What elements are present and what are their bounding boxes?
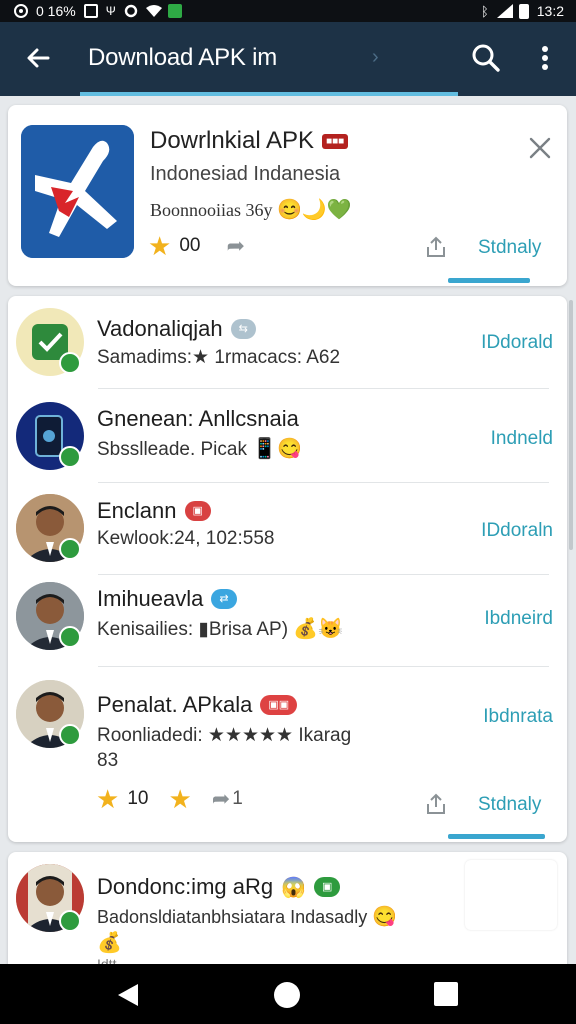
more-vertical-icon[interactable] [530,42,560,74]
notification-icon [14,4,28,18]
verified-icon [59,446,81,468]
signal-icon [496,4,513,18]
list-action-button[interactable]: Stdnaly [478,794,541,816]
nav-back-icon[interactable] [116,982,142,1008]
featured-action-button[interactable]: Stdnaly [478,237,541,259]
blue-badge-icon: ⇄ [211,589,237,609]
close-icon[interactable] [527,135,553,161]
list-item-action[interactable]: IDdorald [481,332,553,354]
divider [98,666,549,667]
app-list-card: Vadonaliqjah ⇆ Samadims:★ 1rmacacs: A62 … [8,296,567,842]
bottom-item-title: Dondonc:img aRg [97,874,274,899]
star-icon: ★ [96,784,120,814]
featured-description-row: Boonnooiias 36y 😊🌙💚 [150,197,352,222]
emoji-icons: 💰😺 [293,618,344,640]
featured-title-row: Dowrlnkial APK ■■■ [150,127,349,155]
list-item-title: Imihueavla [97,586,204,611]
share-icon[interactable] [424,235,448,259]
share-arrow-icon[interactable]: ➦ [226,233,244,259]
featured-subtitle: Indonesiad Indanesia [150,163,341,185]
bottom-title-row: Dondonc:img aRg 😱 ▣ [97,874,341,900]
list-item-title: Enclann [97,498,177,523]
featured-app-card[interactable]: Dowrlnkial APK ■■■ Indonesiad Indanesia … [8,105,567,286]
chevron-right-icon: › [372,46,379,68]
share-icon[interactable] [424,792,448,816]
bottom-subtitle-row: Badonsldiatanbhsiatara Indasadly 😋 [97,904,397,929]
list-item-title-row: Enclann ▣ [97,498,211,524]
list-item-subtitle: Roonliadedi: ★★★★★ Ikarag [97,725,352,746]
verified-icon [59,724,81,746]
list-item-action[interactable]: Indneld [491,428,553,450]
list-item-action[interactable]: Ibdnrata [483,706,553,728]
list-action-underline [448,834,545,839]
search-icon[interactable] [470,42,502,74]
sync-icon [124,4,138,18]
list-item-subtitle-row: Sbsslleade. Picak 📱😋 [97,436,302,461]
red-badge-icon: ▣▣ [260,695,298,715]
list-item-subtitle-row: Kenisailies: ▮Brisa AP) 💰😺 [97,616,343,641]
emoji-icon: 😋 [372,906,398,928]
tab-indicator [80,92,458,96]
emoji-icon: 💰 [97,932,122,954]
battery-icon [518,3,529,19]
emoji-icons: 😊🌙💚 [277,199,352,221]
nav-home-icon[interactable] [274,982,300,1008]
featured-description: Boonnooiias 36y [150,200,273,220]
emoji-icon: 😱 [281,876,307,899]
status-left-text: 0 16% [36,3,76,19]
image-icon [83,4,98,18]
wifi-icon [145,4,162,18]
list-rating-count: 10 [127,788,149,809]
emoji-icons: 📱😋 [252,438,303,460]
list-item-title: Vadonaliqjah [97,316,223,341]
back-arrow-icon[interactable] [22,42,54,74]
star-icon: ★ [148,231,172,261]
red-badge-icon: ▣ [184,501,211,521]
bottom-item-subtitle: Badonsldiatanbhsiatara Indasadly [97,907,368,927]
verified-icon [59,910,81,932]
featured-rating-count: 00 [179,235,201,256]
app-notification-icon [167,4,182,18]
divider [98,574,549,575]
system-navigation-bar [0,964,576,1024]
status-bar: 0 16% Ψ ᛒ 13:2 [0,0,576,22]
page-title: Download APK im [88,44,278,71]
bottom-list-item[interactable]: Dondonc:img aRg 😱 ▣ Badonsldiatanbhsiata… [8,852,567,972]
bluetooth-icon: ᛒ [480,3,489,19]
list-item-title: Gnenean: Anllcsnaia [97,406,299,431]
app-bar: Download APK im › [0,22,576,96]
featured-title: Dowrlnkial APK [150,127,315,154]
list-item-title-row: Penalat. APkala ▣▣ [97,692,298,718]
green-badge-icon: ▣ [314,877,341,897]
info-badge-icon: ⇆ [230,319,256,339]
list-item-action[interactable]: IDdoraln [481,520,553,542]
featured-action-underline [448,278,530,283]
featured-badge: ■■■ [322,133,349,149]
featured-rating-row: ★ 00 ➦ [148,233,245,259]
divider [98,388,549,389]
verified-icon [59,626,81,648]
thumbnail-placeholder [465,860,557,930]
list-rating-row: ★ 10 ★ ➦ 1 [96,786,243,812]
list-item-subtitle: Kewlook:24, 102:558 [97,528,275,549]
verified-icon [59,352,81,374]
list-item-title: Penalat. APkala [97,692,253,717]
divider [98,482,549,483]
list-share-count: 1 [232,788,243,809]
list-item-subtitle-extra: 83 [97,750,119,771]
star-icon: ★ [168,784,192,814]
scrollbar[interactable] [569,300,573,550]
list-item-title-row: Imihueavla ⇄ [97,586,237,612]
airplane-app-icon [21,125,134,258]
status-time: 13:2 [536,3,564,19]
list-item-title-row: Vadonaliqjah ⇆ [97,316,256,342]
usb-icon: Ψ [105,4,116,18]
list-item-subtitle: Sbsslleade. Picak [97,439,247,460]
share-arrow-icon[interactable]: ➦ [212,786,230,812]
list-item-subtitle: Samadims:★ 1rmacacs: A62 [97,347,341,368]
list-item-action[interactable]: Ibdneird [484,608,553,630]
nav-recents-icon[interactable] [434,982,458,1006]
list-item-subtitle: Kenisailies: ▮Brisa AP) [97,619,289,640]
verified-icon [59,538,81,560]
